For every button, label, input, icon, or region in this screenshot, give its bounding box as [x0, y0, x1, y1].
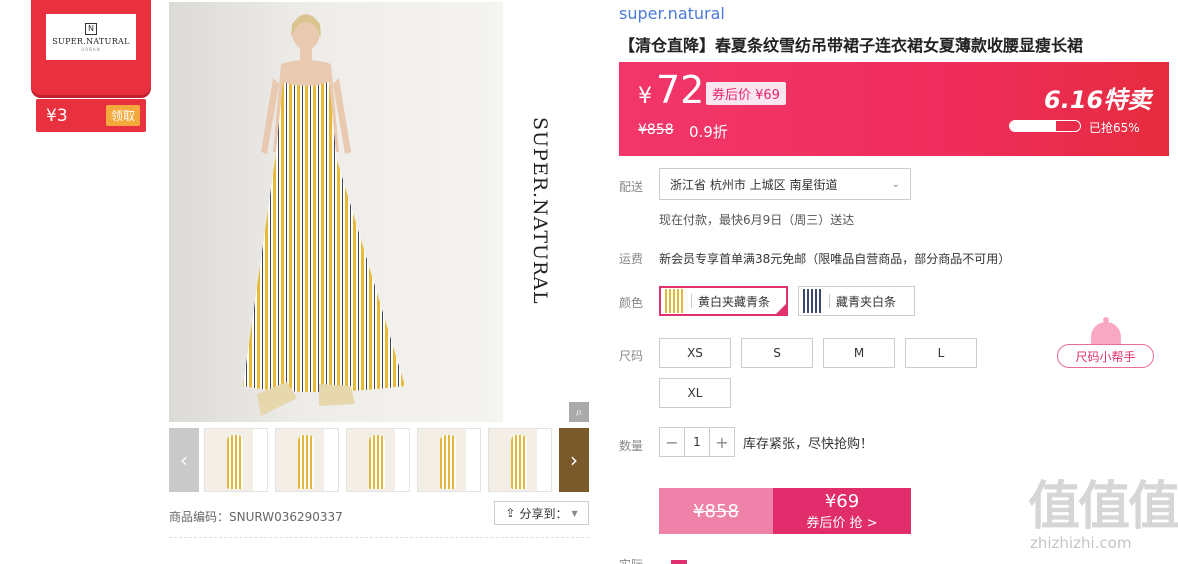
thumbnail-strip-panel	[537, 429, 551, 491]
color-option-label: 黄白夹藏青条	[698, 294, 771, 309]
tag-icon	[670, 559, 687, 564]
thumbnail-3[interactable]	[346, 428, 410, 492]
color-option-2[interactable]: 藏青夹白条	[798, 286, 915, 316]
size-option-xl[interactable]: XL	[659, 378, 731, 408]
bottom-row: 实际	[619, 556, 687, 564]
thumbnail-prev-button[interactable]: ‹	[169, 428, 199, 492]
chevron-down-icon: ▼	[571, 508, 578, 518]
bottom-label: 实际	[619, 558, 643, 564]
quantity-increase-button[interactable]: +	[710, 433, 734, 452]
current-price: 72	[656, 68, 705, 112]
store-coupon[interactable]: ¥3 领取	[36, 99, 146, 132]
color-option-label: 藏青夹白条	[836, 294, 897, 309]
address-value: 浙江省 杭州市 上城区 南星街道	[670, 177, 838, 192]
coupon-amount: ¥3	[46, 105, 68, 126]
watermark: 值值值 zhizhizhi.com	[1028, 480, 1178, 552]
quantity-label: 数量	[619, 439, 644, 453]
size-label: 尺码	[619, 349, 644, 363]
thumbnail-strip-panel	[395, 429, 409, 491]
option-separator	[691, 294, 692, 308]
model-figure	[243, 14, 405, 416]
quantity-input[interactable]: 1	[684, 428, 710, 456]
thumbnail-figure	[511, 435, 527, 489]
color-label: 颜色	[619, 296, 644, 310]
brand-logo-name: SUPER.NATURAL	[52, 36, 130, 46]
brand-logo: N SUPER.NATURAL URBAN	[46, 14, 136, 60]
thumbnail-figure	[298, 435, 314, 489]
share-label: 分享到：	[519, 506, 568, 521]
sold-progress-bar	[1009, 120, 1081, 132]
brand-badge[interactable]: N SUPER.NATURAL URBAN	[31, 0, 151, 95]
product-sku: 商品编码：SNURW036290337	[169, 510, 343, 524]
share-button[interactable]: ⇪ 分享到： ▼	[494, 501, 589, 525]
size-helper-mascot-icon	[1091, 317, 1121, 346]
image-vertical-brand: SUPER.NATURAL	[529, 117, 551, 305]
size-helper-button[interactable]: 尺码小帮手	[1057, 344, 1154, 368]
color-option-1[interactable]: 黄白夹藏青条	[659, 286, 788, 316]
thumbnail-4[interactable]	[417, 428, 481, 492]
claim-coupon-button[interactable]: 领取	[105, 105, 140, 126]
thumbnail-1[interactable]	[204, 428, 268, 492]
sold-progress-fill	[1010, 121, 1056, 131]
color-swatch	[803, 289, 823, 313]
thumbnail-strip: ‹ ›	[169, 428, 589, 492]
brand-link[interactable]: super.natural	[619, 4, 725, 23]
thumbnail-2[interactable]	[275, 428, 339, 492]
divider	[169, 537, 589, 538]
coupon-price: ¥69	[824, 490, 860, 512]
share-icon: ⇪	[505, 506, 516, 520]
thumbnail-5[interactable]	[488, 428, 552, 492]
shipping-note: 新会员专享首单满38元免邮（限唯品自营商品，部分商品不可用）	[659, 252, 1011, 266]
chevron-down-icon: ⌄	[891, 178, 900, 190]
discount-label: 0.9折	[689, 123, 728, 141]
currency-symbol: ¥	[638, 84, 652, 109]
buy-with-coupon-button[interactable]: ¥69 券后价 抢 >	[773, 488, 911, 534]
size-option-l[interactable]: L	[905, 338, 977, 368]
brand-mark-icon: N	[85, 22, 97, 35]
stock-note: 库存紧张，尽快抢购！	[743, 437, 874, 452]
watermark-text: 值值值	[1028, 477, 1178, 537]
size-option-s[interactable]: S	[741, 338, 813, 368]
delivery-note: 现在付款，最快6月9日（周三）送达	[659, 213, 855, 227]
quantity-decrease-button[interactable]: −	[660, 433, 684, 452]
address-select[interactable]: 浙江省 杭州市 上城区 南星街道 ⌄	[659, 168, 911, 200]
thumbnail-figure	[227, 435, 243, 489]
price-panel: ¥ 72 券后价 ¥69 ¥858 0.9折 6.16特卖 已抢65%	[619, 62, 1169, 156]
thumbnail-strip-panel	[253, 429, 267, 491]
product-page: N SUPER.NATURAL URBAN ¥3 领取 SUPER.NATURA…	[0, 0, 1178, 564]
main-product-image[interactable]: SUPER.NATURAL ⌕	[169, 2, 589, 422]
original-price: ¥858	[638, 122, 674, 138]
after-coupon-badge: 券后价 ¥69	[706, 82, 786, 105]
size-option-m[interactable]: M	[823, 338, 895, 368]
thumbnail-figure	[440, 435, 456, 489]
delivery-label: 配送	[619, 180, 644, 194]
coupon-action-label: 券后价 抢 >	[806, 515, 878, 531]
color-swatch	[665, 289, 685, 313]
product-title: 【清仓直降】春夏条纹雪纺吊带裙子连衣裙女夏薄款收腰显瘦长裙	[619, 36, 1084, 55]
brand-logo-sub: URBAN	[81, 46, 101, 52]
thumbnail-next-button[interactable]: ›	[559, 428, 589, 492]
buy-original-price-button[interactable]: ¥858	[659, 488, 773, 534]
sold-text: 已抢65%	[1089, 121, 1140, 135]
selected-check-icon	[774, 302, 788, 316]
quantity-stepper[interactable]: − 1 +	[659, 427, 735, 457]
promo-label: 6.16特卖	[1044, 86, 1152, 114]
size-option-xs[interactable]: XS	[659, 338, 731, 368]
thumbnail-figure	[369, 435, 385, 489]
shipping-label: 运费	[619, 252, 644, 266]
option-separator	[829, 294, 830, 308]
thumbnail-strip-panel	[324, 429, 338, 491]
thumbnail-strip-panel	[466, 429, 480, 491]
zoom-icon[interactable]: ⌕	[569, 402, 589, 422]
